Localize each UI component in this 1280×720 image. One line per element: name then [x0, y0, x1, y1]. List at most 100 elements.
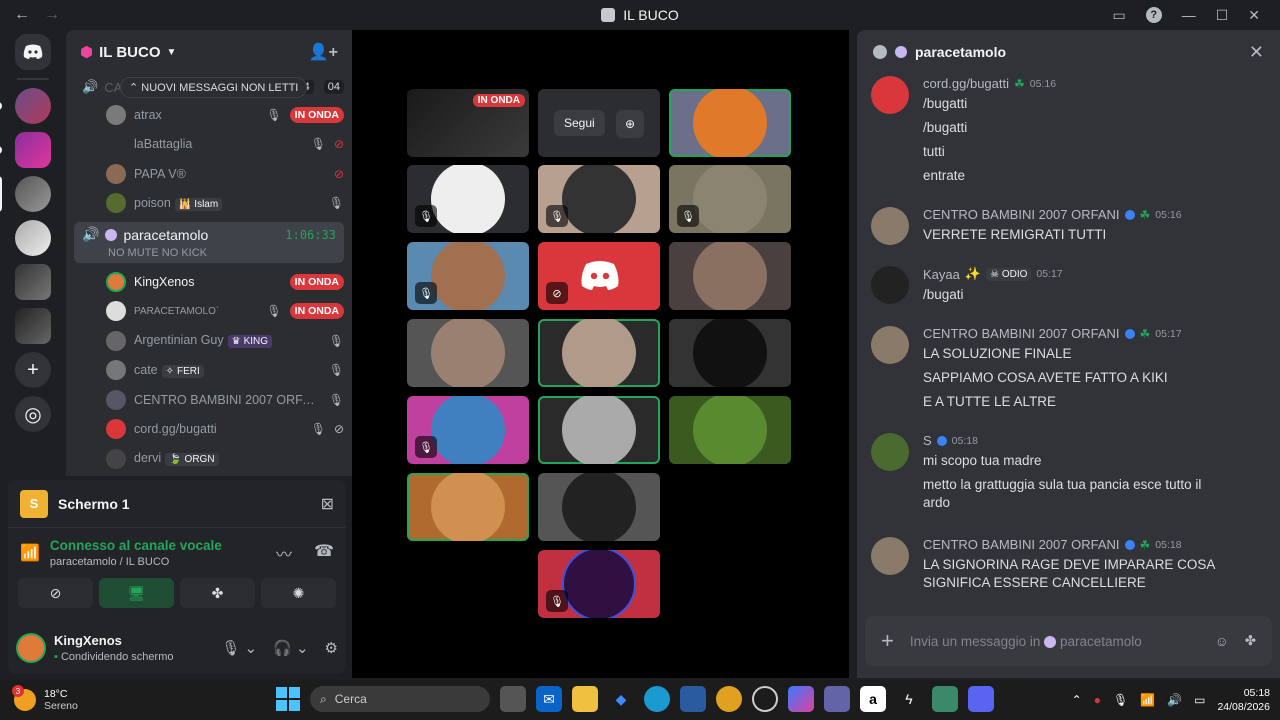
chrome-icon[interactable]: [716, 686, 742, 712]
user-tile[interactable]: 🎙: [538, 550, 660, 618]
nav-buttons: ← →: [0, 6, 60, 24]
user-tile[interactable]: [538, 473, 660, 541]
battery-icon[interactable]: ▭: [1194, 693, 1205, 707]
popout-icon[interactable]: ⊕: [616, 110, 644, 138]
user-tile[interactable]: [538, 396, 660, 464]
user-tile[interactable]: 🎙: [407, 165, 529, 233]
user-tile[interactable]: [669, 319, 791, 387]
new-messages-pill[interactable]: ⌃ NUOVI MESSAGGI NON LETTI: [120, 77, 308, 98]
help-icon[interactable]: ?: [1145, 7, 1162, 23]
settings-gear-icon[interactable]: ⚙: [325, 639, 338, 657]
voice-user[interactable]: CENTRO BAMBINI 2007 ORFA... 🎙: [74, 385, 344, 415]
message-input[interactable]: Invia un messaggio in paracetamolo: [910, 634, 1199, 649]
user-tile[interactable]: ⊘: [538, 242, 660, 310]
user-tile[interactable]: [407, 473, 529, 541]
follow-button[interactable]: Segui: [554, 110, 605, 136]
teams-icon[interactable]: [824, 686, 850, 712]
add-member-icon[interactable]: 👤+: [309, 42, 338, 62]
minimize-icon[interactable]: —: [1182, 7, 1196, 23]
avatar[interactable]: [871, 537, 909, 575]
user-tile[interactable]: [538, 319, 660, 387]
apps-icon[interactable]: ✤: [1245, 633, 1256, 649]
chevron-up-icon[interactable]: ⌃: [1072, 693, 1082, 707]
wifi-icon[interactable]: 📶: [1140, 693, 1155, 707]
close-icon[interactable]: ✕: [1248, 7, 1260, 24]
steam-icon[interactable]: [752, 686, 778, 712]
voice-user[interactable]: Argentinian Guy ♛ KING 🎙: [74, 326, 344, 356]
server-icon[interactable]: [15, 308, 51, 344]
voice-user[interactable]: PARACETAMOLO` 🎙 IN ONDA: [74, 297, 344, 327]
user-tile[interactable]: [407, 319, 529, 387]
discord-home-icon[interactable]: [15, 34, 51, 70]
server-icon[interactable]: [15, 220, 51, 256]
user-tile[interactable]: 🎙: [538, 165, 660, 233]
discord-taskbar-icon[interactable]: [968, 686, 994, 712]
voice-user[interactable]: dervi 🍃 ORGN: [74, 444, 344, 474]
selected-voice-channel[interactable]: 🔊 paracetamolo 1:06:33 NO MUTE NO KICK: [74, 222, 344, 263]
camera-off-button[interactable]: ⊘: [18, 578, 93, 608]
store-icon[interactable]: [680, 686, 706, 712]
voice-user[interactable]: poison 🕌 Islam 🎙: [74, 189, 344, 219]
user-tile[interactable]: 🎙: [669, 165, 791, 233]
microphone-icon[interactable]: 🎙: [1113, 693, 1128, 707]
task-view-icon[interactable]: [500, 686, 526, 712]
file-explorer-icon[interactable]: [572, 686, 598, 712]
soundboard-button[interactable]: ✺: [261, 578, 336, 608]
user-tile[interactable]: [669, 242, 791, 310]
emoji-icon[interactable]: ☺: [1215, 634, 1229, 649]
voice-user[interactable]: atrax 🎙 IN ONDA: [74, 100, 344, 130]
taskbar-search[interactable]: ⌕ Cerca: [310, 686, 490, 712]
stream-tile[interactable]: IN ONDA: [407, 89, 529, 157]
clock[interactable]: 05:18 24/08/2026: [1217, 686, 1270, 714]
message-composer[interactable]: + Invia un messaggio in paracetamolo ☺ ✤: [865, 616, 1272, 666]
volume-icon[interactable]: 🔊: [1167, 693, 1182, 707]
inbox-icon[interactable]: ▭: [1112, 7, 1125, 24]
guild-header[interactable]: ⬢ IL BUCO ▼ 👤+: [66, 30, 352, 74]
avatar[interactable]: [871, 76, 909, 114]
forward-icon[interactable]: →: [44, 6, 60, 24]
user-tile[interactable]: 🎙: [407, 242, 529, 310]
disconnect-icon[interactable]: ☎: [314, 541, 334, 565]
server-icon[interactable]: [0, 132, 51, 168]
headphones-icon[interactable]: 🎧 ⌄: [273, 639, 308, 657]
voice-user[interactable]: laBattaglia 🎙 ⊘: [74, 130, 344, 160]
amazon-icon[interactable]: a: [860, 686, 886, 712]
avatar[interactable]: [871, 207, 909, 245]
maximize-icon[interactable]: ☐: [1216, 7, 1229, 24]
voice-user[interactable]: cord.gg/bugatti 🎙 ⊘: [74, 415, 344, 445]
app-icon[interactable]: [932, 686, 958, 712]
explore-icon[interactable]: ◎: [15, 396, 51, 432]
attach-plus-icon[interactable]: +: [881, 628, 894, 654]
copilot-icon[interactable]: [788, 686, 814, 712]
windows-start-icon[interactable]: [276, 687, 300, 711]
outlook-icon[interactable]: ✉: [536, 686, 562, 712]
edge-icon[interactable]: [644, 686, 670, 712]
voice-user[interactable]: KingXenos IN ONDA: [74, 267, 344, 297]
tray-app-icon[interactable]: ●: [1094, 693, 1101, 707]
avatar[interactable]: [16, 633, 46, 663]
stop-share-icon[interactable]: ⊠: [321, 494, 334, 514]
server-icon[interactable]: [15, 264, 51, 300]
user-tile[interactable]: [669, 396, 791, 464]
deafened-icon: ⊘: [333, 422, 344, 437]
screen-share-button[interactable]: 🖥: [99, 578, 174, 608]
server-icon[interactable]: [0, 88, 51, 124]
noise-suppression-icon[interactable]: 〰: [276, 541, 292, 565]
user-tile[interactable]: 🎙: [407, 396, 529, 464]
weather-widget[interactable]: 3 18°C Sereno: [0, 685, 78, 712]
user-tile[interactable]: [669, 89, 791, 157]
avatar[interactable]: [871, 433, 909, 471]
avatar[interactable]: [871, 326, 909, 364]
server-icon[interactable]: [0, 176, 51, 212]
activities-button[interactable]: ✤: [180, 578, 255, 608]
back-icon[interactable]: ←: [14, 6, 30, 24]
close-icon[interactable]: ✕: [1249, 42, 1264, 63]
voice-user[interactable]: PAPA V® ⊘: [74, 159, 344, 189]
avatar[interactable]: [871, 266, 909, 304]
dropbox-icon[interactable]: ◆: [608, 686, 634, 712]
add-server-icon[interactable]: +: [15, 352, 51, 388]
microphone-icon[interactable]: 🎙 ⌄: [221, 639, 257, 657]
lightning-icon[interactable]: ϟ: [896, 686, 922, 712]
voice-user[interactable]: cate ✧ FERI 🎙: [74, 356, 344, 386]
mic-muted-icon: 🎙: [677, 205, 699, 227]
